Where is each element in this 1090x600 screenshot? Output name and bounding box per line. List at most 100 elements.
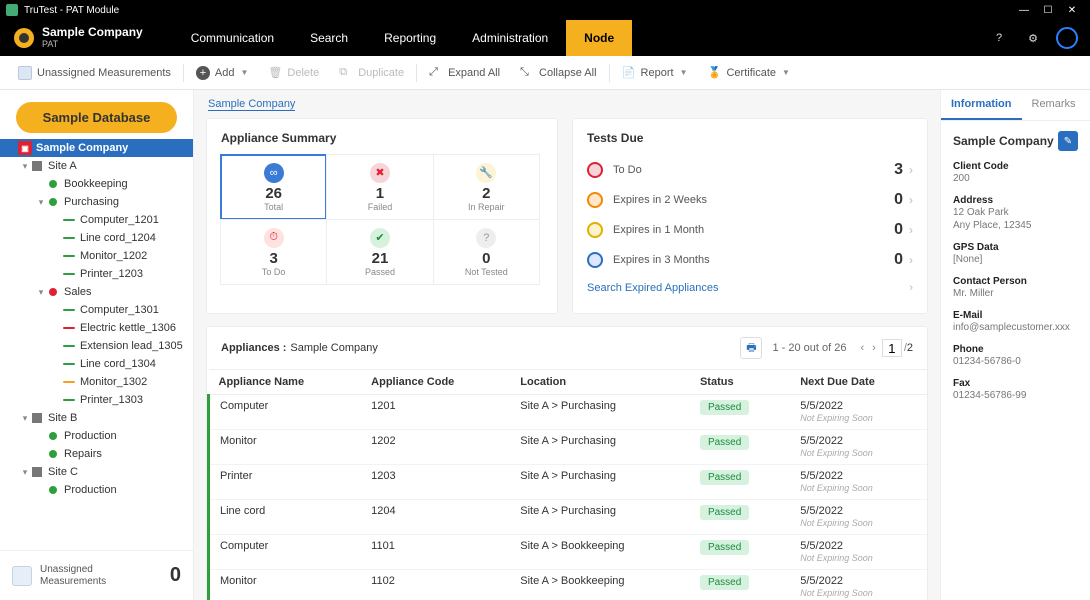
brand-icon (14, 28, 34, 48)
help-icon[interactable]: ? (990, 29, 1008, 47)
report-button[interactable]: 📄 Report▼ (612, 56, 698, 89)
company-header[interactable]: Sample Company PAT (42, 26, 143, 49)
tree-node[interactable]: ▾Site A (0, 157, 193, 175)
appliance-icon (62, 357, 76, 371)
appliance-icon (62, 213, 76, 227)
table-row[interactable]: Line cord1204Site A > PurchasingPassed5/… (209, 500, 928, 535)
tests-due-row[interactable]: Expires in 2 Weeks0› (587, 185, 913, 215)
tree-node[interactable]: Printer_1303 (0, 391, 193, 409)
chevron-right-icon: › (909, 223, 913, 237)
nav-reporting[interactable]: Reporting (366, 20, 454, 56)
summary-icon: ✔ (370, 228, 390, 248)
summary-cell-to-do[interactable]: ⏱3To Do (220, 219, 327, 285)
table-row[interactable]: Monitor1202Site A > PurchasingPassed5/5/… (209, 430, 928, 465)
table-row[interactable]: Printer1203Site A > PurchasingPassed5/5/… (209, 465, 928, 500)
column-header[interactable]: Next Due Date (790, 370, 927, 395)
app-logo-icon (6, 4, 18, 16)
collapse-all-button[interactable]: ⤡ Collapse All (510, 56, 606, 89)
tree-node[interactable]: Repairs (0, 445, 193, 463)
location-pin-icon (46, 177, 60, 191)
tree-node[interactable]: ▾Purchasing (0, 193, 193, 211)
tests-due-row[interactable]: Expires in 1 Month0› (587, 215, 913, 245)
certificate-button[interactable]: 🏅 Certificate▼ (697, 56, 799, 89)
database-button[interactable]: Sample Database (16, 102, 177, 133)
company-sub: PAT (42, 40, 143, 50)
minimize-button[interactable]: — (1012, 5, 1036, 16)
unassigned-box-icon (12, 566, 32, 586)
unassigned-box[interactable]: Unassigned Measurements 0 (0, 550, 193, 600)
tree-node[interactable]: Computer_1301 (0, 301, 193, 319)
duplicate-button[interactable]: ⧉ Duplicate (329, 56, 414, 89)
tree-arrow-icon: ▾ (20, 413, 30, 424)
tree-node[interactable]: ▾Site B (0, 409, 193, 427)
column-header[interactable]: Status (690, 370, 790, 395)
info-field: Address12 Oak ParkAny Place, 12345 (953, 195, 1078, 232)
tree-node[interactable]: Line cord_1204 (0, 229, 193, 247)
tab-information[interactable]: Information (941, 90, 1022, 120)
summary-cell-passed[interactable]: ✔21Passed (326, 219, 433, 285)
table-range: 1 - 20 out of 26 (772, 342, 846, 354)
sidebar: Sample Database ▣Sample Company▾Site ABo… (0, 90, 194, 600)
column-header[interactable]: Appliance Code (361, 370, 510, 395)
search-expired-link[interactable]: Search Expired Appliances › (587, 275, 913, 301)
tree-node[interactable]: Monitor_1202 (0, 247, 193, 265)
info-field: Phone01234-56786-0 (953, 344, 1078, 368)
table-row[interactable]: Monitor1102Site A > BookkeepingPassed5/5… (209, 570, 928, 600)
column-header[interactable]: Location (510, 370, 690, 395)
close-button[interactable]: ✕ (1060, 5, 1084, 16)
add-button[interactable]: + Add▼ (186, 56, 259, 89)
tree-node[interactable]: Electric kettle_1306 (0, 319, 193, 337)
page-next[interactable]: › (868, 342, 880, 354)
tests-due-row[interactable]: To Do3› (587, 155, 913, 185)
appliances-table-card: Appliances : Sample Company 🖶 1 - 20 out… (206, 326, 928, 600)
tree-node[interactable]: Printer_1203 (0, 265, 193, 283)
report-icon: 📄 (622, 66, 636, 80)
column-header[interactable]: Appliance Name (209, 370, 362, 395)
summary-cell-failed[interactable]: ✖1Failed (326, 154, 433, 220)
edit-button[interactable]: ✎ (1058, 131, 1078, 151)
collapse-icon: ⤡ (520, 66, 534, 80)
tree-node[interactable]: ▾Sales (0, 283, 193, 301)
unassigned-count: 0 (170, 564, 181, 587)
unassigned-icon (18, 66, 32, 80)
summary-cell-total[interactable]: ∞26Total (220, 154, 327, 220)
tree-node[interactable]: Computer_1201 (0, 211, 193, 229)
table-row[interactable]: Computer1201Site A > PurchasingPassed5/5… (209, 395, 928, 430)
print-button[interactable]: 🖶 (740, 337, 762, 359)
status-dot-icon (587, 252, 603, 268)
unassigned-measurements-button[interactable]: Unassigned Measurements (8, 56, 181, 89)
location-pin-icon (46, 285, 60, 299)
tree-arrow-icon: ▾ (20, 467, 30, 478)
tree-node[interactable]: Production (0, 481, 193, 499)
breadcrumb-link[interactable]: Sample Company (208, 98, 295, 111)
page-prev[interactable]: ‹ (856, 342, 868, 354)
main-toolbar: Unassigned Measurements + Add▼ 🗑 Delete … (0, 56, 1090, 90)
trash-icon: 🗑 (268, 66, 282, 80)
nav-administration[interactable]: Administration (454, 20, 566, 56)
nav-search[interactable]: Search (292, 20, 366, 56)
table-row[interactable]: Computer1101Site A > BookkeepingPassed5/… (209, 535, 928, 570)
tree-node[interactable]: ▾Site C (0, 463, 193, 481)
summary-cell-in-repair[interactable]: 🔧2In Repair (433, 154, 540, 220)
tree-node[interactable]: Line cord_1304 (0, 355, 193, 373)
tree-node[interactable]: ▣Sample Company (0, 139, 193, 157)
appliance-icon (62, 267, 76, 281)
status-dot-icon (587, 192, 603, 208)
nav-node[interactable]: Node (566, 20, 632, 56)
tree-node[interactable]: Bookkeeping (0, 175, 193, 193)
tree-node[interactable]: Production (0, 427, 193, 445)
delete-button[interactable]: 🗑 Delete (258, 56, 329, 89)
tab-remarks[interactable]: Remarks (1022, 90, 1086, 120)
settings-icon[interactable]: ⚙ (1024, 29, 1042, 47)
maximize-button[interactable]: ☐ (1036, 5, 1060, 16)
tree-node[interactable]: Extension lead_1305 (0, 337, 193, 355)
user-avatar[interactable] (1056, 27, 1078, 49)
tree-node[interactable]: Monitor_1302 (0, 373, 193, 391)
summary-icon: 🔧 (476, 163, 496, 183)
summary-icon: ? (476, 228, 496, 248)
tests-due-row[interactable]: Expires in 3 Months0› (587, 245, 913, 275)
nav-communication[interactable]: Communication (173, 20, 292, 56)
page-input[interactable] (882, 339, 902, 357)
summary-cell-not-tested[interactable]: ?0Not Tested (433, 219, 540, 285)
expand-all-button[interactable]: ⤢ Expand All (419, 56, 510, 89)
